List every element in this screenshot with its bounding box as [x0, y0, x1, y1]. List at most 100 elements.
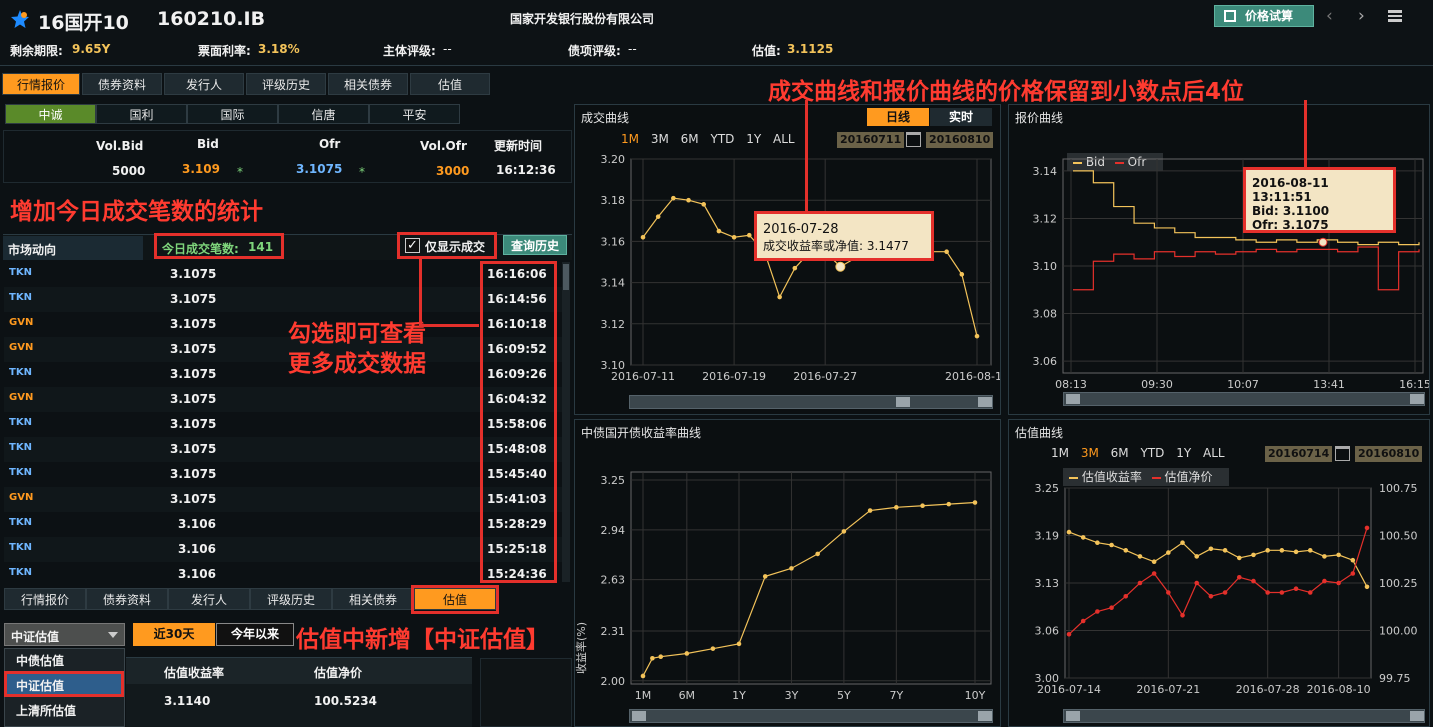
calendar-icon[interactable]	[906, 132, 921, 147]
x-tick-label: 16:15	[1399, 378, 1429, 391]
list-item[interactable]: TKN 3.1075 15:45:40	[4, 462, 562, 487]
valuation-chart-scrollbar[interactable]	[1063, 709, 1425, 723]
valuation-yield-series-point	[1151, 559, 1157, 565]
tab-rating-history[interactable]: 评级历史	[246, 73, 326, 95]
list-item[interactable]: GVN 3.1075 16:09:52	[4, 337, 562, 362]
valuation-yield-series-point	[1194, 554, 1200, 559]
y-tick-label: 2.94	[601, 524, 626, 537]
bottom-tab-bond-info[interactable]: 债券资料	[86, 588, 168, 610]
range-6m[interactable]: 6M	[681, 132, 699, 146]
yield-curve-scrollbar[interactable]	[629, 709, 993, 723]
trade-tooltip-label: 成交收益率或净值:	[763, 239, 864, 253]
y-tick-label: 3.14	[601, 277, 626, 290]
valuation-chart-svg[interactable]: 3.003.063.133.193.2599.75100.00100.25100…	[1009, 460, 1429, 710]
recent-30-days-button[interactable]: 近30天	[133, 623, 215, 646]
val-calendar-icon[interactable]	[1335, 446, 1350, 461]
issuer-name: 国家开发银行股份有限公司	[510, 12, 655, 26]
market-scrollbar[interactable]	[562, 262, 570, 582]
val-range-1y[interactable]: 1Y	[1176, 446, 1191, 460]
trade-chart-scrollbar[interactable]	[629, 395, 993, 409]
y-tick-label: 2.31	[601, 625, 626, 638]
dropdown-option-shclearing[interactable]: 上清所估值	[16, 702, 76, 719]
val-range-ytd[interactable]: YTD	[1140, 446, 1164, 460]
valuation-yield-series-point	[1066, 529, 1072, 535]
prev-arrow-icon[interactable]: ‹	[1326, 6, 1333, 26]
valuation-price-series-point	[1080, 618, 1086, 624]
range-all[interactable]: ALL	[773, 132, 795, 146]
chevron-down-icon	[108, 632, 118, 638]
today-count-label: 今日成交笔数:	[162, 242, 239, 256]
price-calc-button[interactable]: 价格试算	[1214, 5, 1314, 27]
list-item[interactable]: TKN 3.106 15:28:29	[4, 512, 562, 537]
list-item[interactable]: GVN 3.1075 16:04:32	[4, 387, 562, 412]
tab-bond-info[interactable]: 债券资料	[82, 73, 162, 95]
range-ytd[interactable]: YTD	[710, 132, 734, 146]
ofr-value[interactable]: 3.1075	[296, 162, 342, 176]
calculator-icon	[1224, 10, 1236, 22]
list-item[interactable]: TKN 3.1075 15:48:08	[4, 437, 562, 462]
star-icon[interactable]	[9, 8, 31, 30]
query-history-button[interactable]: 查询历史	[503, 235, 567, 255]
bottom-tab-issuer[interactable]: 发行人	[168, 588, 250, 610]
list-item[interactable]: TKN 3.1075 16:14:56	[4, 287, 562, 312]
y-tick-label-right: 100.00	[1379, 625, 1418, 638]
bottom-tab-related-bonds[interactable]: 相关债券	[332, 588, 414, 610]
trade-highlight-point	[835, 261, 846, 272]
valuation-price-series-point	[1336, 580, 1341, 586]
list-item[interactable]: TKN 3.1075 16:16:06	[4, 262, 562, 287]
val-range-1m[interactable]: 1M	[1051, 446, 1069, 460]
broker-tab-guoli[interactable]: 国利	[96, 104, 187, 124]
bond-rating-label: 债项评级:	[568, 44, 621, 58]
bottom-tab-market-quote[interactable]: 行情报价	[4, 588, 86, 610]
valuation-price-series-point	[1208, 594, 1214, 599]
broker-tab-xintang[interactable]: 信唐	[278, 104, 369, 124]
daily-mode-button[interactable]: 日线	[867, 108, 929, 126]
trade-date-to[interactable]: 20160810	[926, 132, 994, 148]
bid-value[interactable]: 3.109	[182, 162, 220, 176]
valuation-yield-series-point	[1307, 548, 1313, 553]
next-arrow-icon[interactable]: ›	[1358, 6, 1365, 26]
broker-tab-zhongcheng[interactable]: 中诚	[5, 104, 96, 124]
broker-tab-pingan[interactable]: 平安	[369, 104, 460, 124]
tab-related-bonds[interactable]: 相关债券	[328, 73, 408, 95]
range-3m[interactable]: 3M	[651, 132, 669, 146]
trade-chart-svg[interactable]: 3.103.123.143.163.183.202016-07-11 2016-0…	[575, 151, 1001, 396]
valuation-price-series-point	[1279, 590, 1285, 595]
valuation-source-dropdown[interactable]: 中证估值	[4, 623, 125, 646]
broker-tab-guoji[interactable]: 国际	[187, 104, 278, 124]
coupon-value: 3.18%	[258, 42, 300, 56]
trade-date-from[interactable]: 20160711	[837, 132, 905, 148]
y-tick-label: 3.25	[601, 474, 626, 487]
annotation-today-trades: 增加今日成交笔数的统计	[10, 199, 263, 225]
range-1m[interactable]: 1M	[621, 132, 639, 146]
range-1y[interactable]: 1Y	[746, 132, 761, 146]
trade-series-point	[716, 228, 722, 234]
realtime-mode-button[interactable]: 实时	[930, 108, 992, 126]
valuation-yield-series-point	[1095, 540, 1100, 546]
yield-curve-svg[interactable]: 2.00 2.31 2.63 2.94 3.25 1M 6M 1Y 3Y 5Y 7Y 10Y	[575, 460, 1000, 710]
dropdown-option-csi[interactable]: 中证估值	[16, 677, 64, 694]
bid-star: *	[237, 165, 243, 179]
tab-issuer[interactable]: 发行人	[164, 73, 244, 95]
tab-market-quote[interactable]: 行情报价	[2, 73, 80, 95]
val-range-all[interactable]: ALL	[1203, 446, 1225, 460]
bottom-tab-rating-history[interactable]: 评级历史	[250, 588, 332, 610]
menu-list-icon[interactable]	[1388, 10, 1402, 22]
remaining-term-value: 9.65Y	[72, 42, 111, 56]
only-trades-checkbox[interactable]: ✓	[405, 238, 420, 253]
only-trades-label[interactable]: 仅显示成交	[425, 238, 485, 255]
valuation-price-series-point	[1350, 571, 1356, 576]
list-item[interactable]: TKN 3.1075 15:58:06	[4, 412, 562, 437]
val-range-3m[interactable]: 3M	[1081, 446, 1099, 460]
year-to-date-button[interactable]: 今年以来	[216, 623, 294, 646]
list-item[interactable]: GVN 3.1075 15:41:03	[4, 487, 562, 512]
trade-tooltip-value: 3.1477	[866, 239, 909, 253]
quote-chart-scrollbar[interactable]	[1063, 392, 1425, 406]
val-range-6m[interactable]: 6M	[1111, 446, 1129, 460]
valuation-yield-series-point	[1251, 552, 1256, 558]
list-item[interactable]: TKN 3.106 15:25:18	[4, 537, 562, 562]
dropdown-option-chinabond[interactable]: 中债估值	[16, 652, 64, 669]
tab-valuation[interactable]: 估值	[410, 73, 490, 95]
list-item[interactable]: TKN 3.1075 16:09:26	[4, 362, 562, 387]
list-item[interactable]: TKN 3.106 15:24:36	[4, 562, 562, 584]
